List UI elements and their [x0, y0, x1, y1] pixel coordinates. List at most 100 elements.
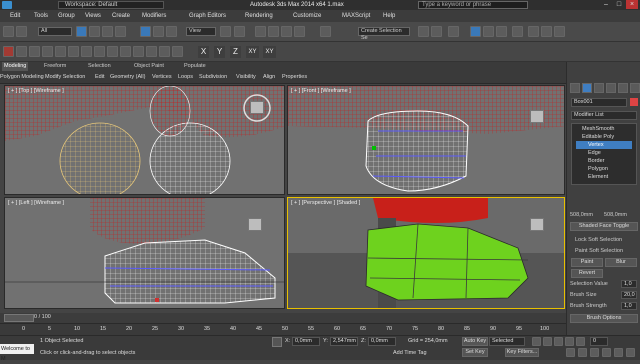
snap-endpoint-icon[interactable]	[120, 46, 131, 57]
orbit-icon[interactable]	[626, 348, 635, 357]
maxscript-listener[interactable]: Welcome to M	[0, 344, 34, 362]
hierarchy-tab-icon[interactable]	[594, 83, 604, 93]
layer-manager-icon[interactable]	[448, 26, 459, 37]
goto-end-icon[interactable]	[576, 337, 585, 346]
menu-create[interactable]: Create	[112, 10, 130, 22]
ribbon-loops[interactable]: Loops	[178, 72, 193, 82]
revert-button[interactable]: Revert	[571, 269, 603, 278]
snap-tangent-icon[interactable]	[159, 46, 170, 57]
snap-midpoint-icon[interactable]	[107, 46, 118, 57]
axis-z-button[interactable]: Z	[230, 46, 241, 58]
zoom-all-icon[interactable]	[578, 348, 587, 357]
y-coordinate-field[interactable]: 2,547mm	[330, 337, 358, 346]
snap-bbox-icon[interactable]	[81, 46, 92, 57]
reference-coordinate-dropdown[interactable]: View	[186, 27, 216, 36]
menu-views[interactable]: Views	[85, 10, 101, 22]
tab-populate[interactable]: Populate	[182, 62, 208, 71]
ribbon-modify-selection[interactable]: Modify Selection	[45, 72, 85, 82]
snaps-toggle-icon[interactable]	[255, 26, 266, 37]
viewcube-icon[interactable]	[250, 101, 264, 114]
ribbon-polygon-modeling[interactable]: Polygon Modeling	[0, 72, 44, 82]
rendered-frame-icon[interactable]	[541, 26, 552, 37]
tab-freeform[interactable]: Freeform	[42, 62, 68, 71]
z-coordinate-field[interactable]: 0,0mm	[368, 337, 396, 346]
display-tab-icon[interactable]	[618, 83, 628, 93]
stack-item-meshsmooth[interactable]: MeshSmooth	[576, 125, 632, 133]
snap-options-icon[interactable]	[172, 46, 183, 57]
render-production-icon[interactable]	[554, 26, 565, 37]
select-manipulate-icon[interactable]	[234, 26, 245, 37]
ribbon-align[interactable]: Align	[263, 72, 275, 82]
viewcube-perspective-icon[interactable]	[530, 218, 544, 231]
snap-edge-icon[interactable]	[42, 46, 53, 57]
select-scale-icon[interactable]	[166, 26, 177, 37]
select-move-icon[interactable]	[140, 26, 151, 37]
stack-item-edge[interactable]: Edge	[576, 149, 632, 157]
menu-customize[interactable]: Customize	[293, 10, 321, 22]
graphite-modeling-icon[interactable]	[470, 26, 481, 37]
snap-perpendicular-icon[interactable]	[146, 46, 157, 57]
tab-modeling[interactable]: Modeling	[2, 62, 29, 71]
ribbon-visibility[interactable]: Visibility	[236, 72, 256, 82]
time-slider-thumb[interactable]	[4, 314, 34, 322]
current-frame-field[interactable]: 0	[590, 337, 608, 346]
tab-selection[interactable]: Selection	[86, 62, 113, 71]
modifier-list-dropdown[interactable]: Modifier List	[571, 111, 637, 120]
zoom-icon[interactable]	[566, 348, 575, 357]
menu-group[interactable]: Group	[58, 10, 75, 22]
goto-start-icon[interactable]	[532, 337, 541, 346]
mirror-icon[interactable]	[418, 26, 429, 37]
stack-item-element[interactable]: Element	[576, 173, 632, 181]
window-crossing-icon[interactable]	[115, 26, 126, 37]
snap-vertex-icon[interactable]	[29, 46, 40, 57]
next-frame-icon[interactable]	[565, 337, 574, 346]
menu-help[interactable]: Help	[383, 10, 395, 22]
pan-view-icon[interactable]	[614, 348, 623, 357]
spinner-snap-icon[interactable]	[294, 26, 305, 37]
menu-tools[interactable]: Tools	[34, 10, 48, 22]
workspace-dropdown[interactable]: Workspace: Default	[58, 1, 164, 9]
object-name-field[interactable]: Box001	[571, 98, 627, 107]
percent-snap-icon[interactable]	[281, 26, 292, 37]
stack-item-vertex[interactable]: Vertex	[576, 141, 632, 149]
align-icon[interactable]	[431, 26, 442, 37]
snap-2d-icon[interactable]	[16, 46, 27, 57]
close-icon[interactable]: ×	[626, 0, 638, 9]
tab-object-paint[interactable]: Object Paint	[132, 62, 166, 71]
schematic-view-icon[interactable]	[496, 26, 507, 37]
brush-options-button[interactable]: Brush Options	[570, 314, 638, 323]
material-editor-icon[interactable]	[512, 26, 523, 37]
auto-key-button[interactable]: Auto Key	[462, 337, 488, 346]
viewport-top-label[interactable]: [ + ] [Top ] [Wireframe ]	[8, 88, 64, 94]
object-color-swatch[interactable]	[630, 98, 638, 106]
select-by-name-icon[interactable]	[89, 26, 100, 37]
paint-button[interactable]: Paint	[571, 258, 603, 267]
field-of-view-icon[interactable]	[602, 348, 611, 357]
named-selection-dropdown[interactable]: Create Selection Se	[358, 27, 410, 41]
blur-button[interactable]: Blur	[605, 258, 637, 267]
menu-rendering[interactable]: Rendering	[245, 10, 273, 22]
viewport-left-label[interactable]: [ + ] [Left ] [Wireframe ]	[8, 200, 64, 206]
modify-tab-icon[interactable]	[582, 83, 592, 93]
viewport-perspective-label[interactable]: [ + ] [Perspective ] [Shaded ]	[291, 200, 360, 206]
axis-x-button[interactable]: X	[198, 46, 209, 58]
render-setup-icon[interactable]	[528, 26, 539, 37]
snap-face-icon[interactable]	[55, 46, 66, 57]
track-bar[interactable]: 0 5 10 15 20 25 30 35 40 45 50 55 60 65 …	[0, 323, 566, 335]
utilities-tab-icon[interactable]	[630, 83, 640, 93]
stack-item-border[interactable]: Border	[576, 157, 632, 165]
viewcube-front-icon[interactable]	[530, 110, 544, 123]
ribbon-edit[interactable]: Edit	[95, 72, 104, 82]
ribbon-properties[interactable]: Properties	[282, 72, 307, 82]
select-rotate-icon[interactable]	[153, 26, 164, 37]
stack-item-polygon[interactable]: Polygon	[576, 165, 632, 173]
add-time-tag-button[interactable]: Add Time Tag	[393, 350, 427, 356]
viewport-perspective[interactable]: [ + ] [Perspective ] [Shaded ]	[287, 197, 565, 309]
select-object-icon[interactable]	[76, 26, 87, 37]
axis-y-button[interactable]: Y	[214, 46, 225, 58]
curve-editor-icon[interactable]	[483, 26, 494, 37]
ribbon-vertices[interactable]: Vertices	[152, 72, 172, 82]
stack-item-editable-poly[interactable]: Editable Poly	[576, 133, 632, 141]
snap-pivot-icon[interactable]	[68, 46, 79, 57]
create-tab-icon[interactable]	[570, 83, 580, 93]
